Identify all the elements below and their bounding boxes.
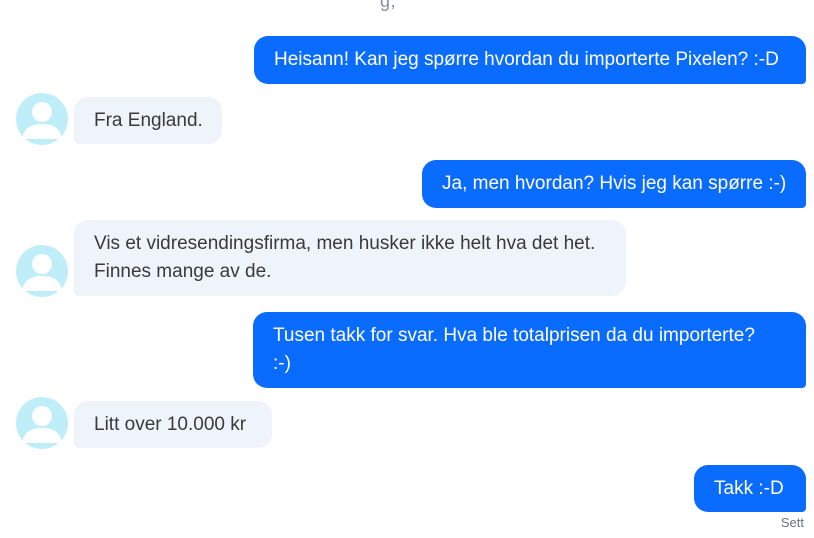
top-fragment: g, (380, 0, 397, 11)
message-bubble-outgoing: Takk :-D (694, 465, 806, 512)
message-text: Heisann! Kan jeg spørre hvordan du impor… (274, 49, 779, 70)
message-text-line: Finnes mange av de. (94, 261, 272, 282)
message-text-line: Tusen takk for svar. Hva ble totalprisen… (273, 325, 755, 346)
message-text-line: :-) (273, 353, 291, 374)
message-bubble-outgoing: Heisann! Kan jeg spørre hvordan du impor… (254, 36, 806, 84)
message-text: Ja, men hvordan? Hvis jeg kan spørre :-) (442, 173, 787, 194)
message-text: Takk :-D (714, 478, 784, 499)
seen-status: Sett (780, 515, 804, 530)
message-bubble-incoming: Vis et vidresendingsfirma, men husker ik… (74, 220, 626, 296)
avatar-silhouette (22, 406, 62, 443)
avatar-silhouette (22, 254, 62, 291)
user-avatar-icon (16, 397, 68, 449)
message-bubble-outgoing: Ja, men hvordan? Hvis jeg kan spørre :-) (422, 160, 806, 208)
message-bubble-outgoing: Tusen takk for svar. Hva ble totalprisen… (253, 312, 806, 388)
message-text: Litt over 10.000 kr (94, 414, 247, 435)
avatar-silhouette (22, 102, 62, 139)
message-bubble-incoming: Fra England. (74, 97, 222, 144)
user-avatar-icon (16, 93, 68, 145)
message-text: Fra England. (94, 110, 203, 131)
message-bubble-incoming: Litt over 10.000 kr (74, 401, 272, 448)
message-text-line: Vis et vidresendingsfirma, men husker ik… (94, 233, 596, 254)
user-avatar-icon (16, 245, 68, 297)
